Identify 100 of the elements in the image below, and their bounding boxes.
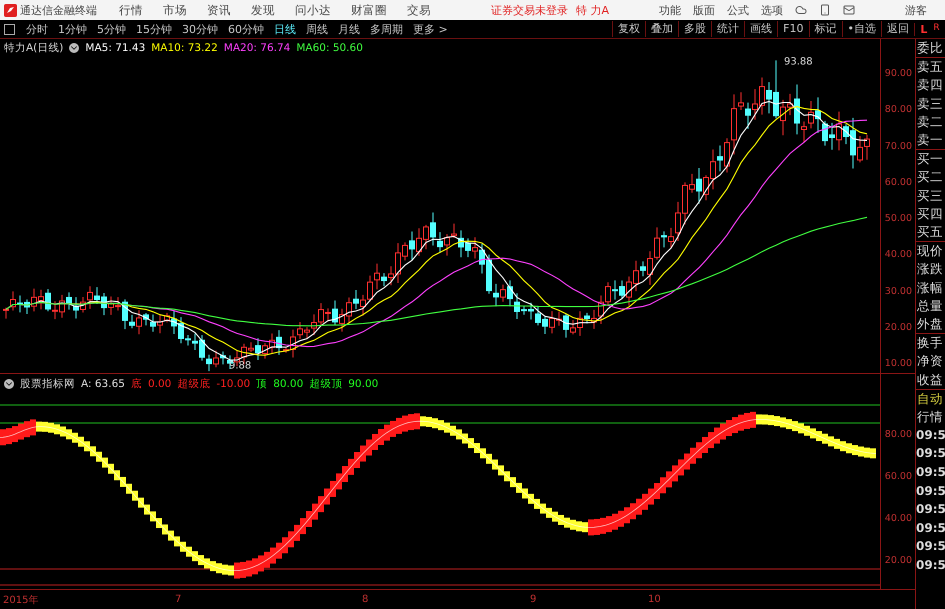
toolbar-button[interactable]: 标记 <box>808 21 842 37</box>
date-label: 10 <box>647 594 662 605</box>
trade-time: 09:5 <box>916 445 945 462</box>
date-label: 8 <box>361 594 370 605</box>
menu-item[interactable]: 财富圈 <box>351 2 387 18</box>
toolbar-button[interactable]: 返回 <box>881 21 914 37</box>
date-label: 9 <box>529 594 538 605</box>
toolbar-button[interactable]: 统计 <box>711 21 744 37</box>
quote-label: 涨幅 <box>916 278 944 297</box>
trade-time: 09:5 <box>916 482 945 500</box>
period-tab[interactable]: 分时 <box>21 22 53 36</box>
indicator-value: 底 <box>130 377 142 391</box>
toolbar-button[interactable]: 复权 <box>612 21 646 37</box>
more-tab[interactable]: 更多 > <box>408 22 453 36</box>
menu-item[interactable]: 公式 <box>727 2 750 18</box>
date-label: 2015年 <box>2 594 40 606</box>
quote-label: 卖四 <box>916 76 944 94</box>
trade-time: 09:5 <box>916 501 945 518</box>
axis-label: 20.00 <box>884 322 912 334</box>
axis-label: 40.00 <box>884 249 912 262</box>
quote-label: 卖一 <box>916 131 944 150</box>
menu-item[interactable]: 市场 <box>163 2 187 18</box>
high-price-label: 93.88 <box>784 56 813 68</box>
security-name: 特 力A <box>576 2 610 18</box>
menu-item[interactable]: 选项 <box>761 2 784 18</box>
date-label: 7 <box>174 594 182 605</box>
quote-label: 净资 <box>916 352 944 370</box>
ma-value: MA20: 76.74 <box>224 42 290 54</box>
menu-item[interactable]: 功能 <box>659 2 682 18</box>
quote-label: 委比 <box>916 39 944 57</box>
menu-item[interactable]: 交易 <box>407 2 431 18</box>
quote-label: 买五 <box>916 223 944 242</box>
menu-item[interactable]: 发现 <box>251 2 275 18</box>
menu-item[interactable]: 版面 <box>693 2 716 18</box>
period-tab[interactable]: 5分钟 <box>92 22 131 36</box>
axis-label: 40.00 <box>884 513 912 525</box>
toolbar-button[interactable]: 叠加 <box>645 21 678 37</box>
quote-label: 卖三 <box>916 94 944 113</box>
indicator-value: 0.00 <box>148 378 172 390</box>
indicator-value: 顶 <box>256 377 268 391</box>
menu-item[interactable]: 资讯 <box>207 2 231 18</box>
quote-label: 买四 <box>916 204 944 223</box>
quote-label: 买三 <box>916 186 944 205</box>
trade-time: 09:5 <box>916 538 945 556</box>
toolbar-button[interactable]: •自选 <box>842 21 881 37</box>
indicator-value: 超级顶 <box>309 377 342 391</box>
indicator-value: -10.00 <box>216 378 250 390</box>
period-tab[interactable]: 日线 <box>269 22 301 36</box>
quote-label: 现价 <box>916 242 944 260</box>
quote-label: 买二 <box>916 168 944 186</box>
axis-label: 90.00 <box>884 68 912 80</box>
login-status[interactable]: 证券交易未登录 <box>491 2 568 18</box>
axis-label: 60.00 <box>884 471 912 483</box>
quote-label: 换手 <box>916 334 944 352</box>
axis-label: 10.00 <box>884 358 912 370</box>
chart-title: 特力A(日线) <box>4 40 64 54</box>
period-tab[interactable]: 月线 <box>333 22 365 36</box>
toolbar-button[interactable]: 多股 <box>678 21 712 37</box>
axis-label: 20.00 <box>884 555 912 567</box>
period-tab[interactable]: 30分钟 <box>177 22 223 36</box>
user-label[interactable]: 游客 <box>905 2 927 18</box>
period-tab[interactable]: 60分钟 <box>223 22 269 36</box>
axis-label: 80.00 <box>884 429 912 441</box>
indicator-value: 90.00 <box>348 378 378 390</box>
app-title: 通达信金融终端 <box>20 2 97 18</box>
trade-time: 09:5 <box>916 464 945 482</box>
mode-label[interactable]: 自动 <box>916 390 945 408</box>
menu-item[interactable]: 行情 <box>119 2 143 18</box>
period-tab[interactable]: 1分钟 <box>53 22 92 36</box>
period-tab[interactable]: 15分钟 <box>131 22 177 36</box>
quote-label: 涨跌 <box>916 260 944 278</box>
axis-label: 50.00 <box>884 213 912 225</box>
axis-label: 30.00 <box>884 286 912 298</box>
trade-time: 09:5 <box>916 426 945 444</box>
axis-label: 60.00 <box>884 176 912 189</box>
toolbar-button[interactable]: 画线 <box>744 21 778 37</box>
quote-label: 卖五 <box>916 58 944 76</box>
period-tab[interactable]: 周线 <box>301 22 333 36</box>
period-tab[interactable]: 多周期 <box>365 22 408 36</box>
axis-label: 70.00 <box>884 140 912 152</box>
quote-label: 卖二 <box>916 112 944 131</box>
quote-label: 总量 <box>916 296 944 315</box>
quote-label: 收益 <box>916 370 944 389</box>
indicator-value: 超级底 <box>177 377 210 391</box>
trade-time: 09:5 <box>916 557 945 574</box>
ma-value: MA5: 71.43 <box>85 42 146 54</box>
indicator-name: 股票指标网 <box>20 377 75 391</box>
right-mark: R <box>933 22 940 34</box>
trade-time: 09:5 <box>916 520 945 537</box>
left-mark: L <box>920 22 928 36</box>
indicator-value: 80.00 <box>273 378 304 390</box>
menu-item[interactable]: 问小达 <box>295 2 331 18</box>
ma-value: MA60: 50.60 <box>296 42 363 54</box>
quote-label: 外盘 <box>916 315 944 334</box>
quote-label: 买一 <box>916 150 944 168</box>
ma-value: MA10: 73.22 <box>151 42 218 54</box>
mode-label[interactable]: 行情 <box>916 408 945 426</box>
axis-label: 80.00 <box>884 104 912 116</box>
indicator-value: A: 63.65 <box>81 378 125 390</box>
toolbar-button[interactable]: F10 <box>777 21 808 37</box>
